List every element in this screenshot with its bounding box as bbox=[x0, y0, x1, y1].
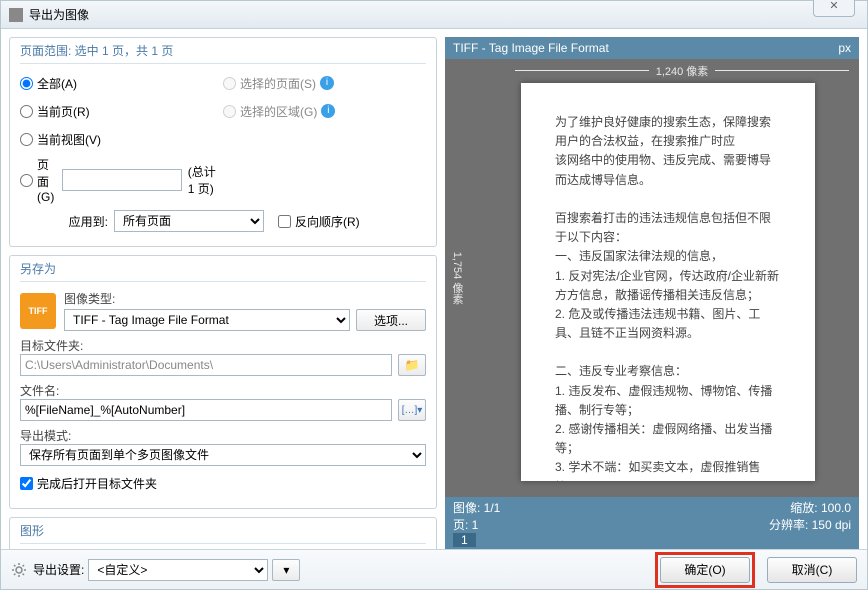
radio-current-view[interactable]: 当前视图(V) bbox=[20, 131, 101, 148]
radio-all[interactable]: 全部(A) bbox=[20, 75, 77, 92]
export-mode-label: 导出模式: bbox=[20, 427, 426, 444]
graphics-group: 图形 页面缩放: 100% 水平分辨率 150 dpi ┐ 页面背景: ▾ 垂直… bbox=[9, 517, 437, 549]
preview-footer: 图像: 1/1 缩放: 100.0 页: 1 分辨率: 150 dpi 1 bbox=[445, 497, 859, 549]
left-panel: 页面范围: 选中 1 页，共 1 页 全部(A) 当前页(R) 当前视图(V) … bbox=[9, 37, 437, 549]
export-settings-label: 导出设置: bbox=[33, 561, 84, 578]
export-image-dialog: 导出为图像 ✕ 页面范围: 选中 1 页，共 1 页 全部(A) 当前页(R) … bbox=[0, 0, 868, 590]
settings-menu-button[interactable]: ▾ bbox=[272, 559, 300, 581]
preview-panel: TIFF - Tag Image File Format px 1,240 像素… bbox=[445, 37, 859, 549]
export-settings-select[interactable]: <自定义> bbox=[88, 559, 268, 581]
window-title: 导出为图像 bbox=[29, 6, 89, 23]
total-label: (总计 1 页) bbox=[188, 163, 223, 197]
preview-resolution: 分辨率: 150 dpi bbox=[769, 516, 851, 533]
radio-current-page[interactable]: 当前页(R) bbox=[20, 103, 90, 120]
dest-folder-input bbox=[20, 354, 392, 376]
dest-folder-label: 目标文件夹: bbox=[20, 337, 426, 354]
radio-pages[interactable]: 页面(G) bbox=[20, 156, 56, 204]
tiff-icon: TIFF bbox=[20, 293, 56, 329]
filename-label: 文件名: bbox=[20, 382, 426, 399]
preview-zoom: 缩放: 100.0 bbox=[790, 499, 851, 516]
close-button[interactable]: ✕ bbox=[813, 0, 855, 17]
options-button[interactable]: 选项... bbox=[356, 309, 426, 331]
image-type-select[interactable]: TIFF - Tag Image File Format bbox=[64, 309, 350, 331]
image-count: 图像: 1/1 bbox=[453, 501, 500, 515]
image-type-label: 图像类型: bbox=[64, 290, 426, 307]
gear-icon bbox=[11, 562, 27, 578]
page-range-group: 页面范围: 选中 1 页，共 1 页 全部(A) 当前页(R) 当前视图(V) … bbox=[9, 37, 437, 247]
titlebar: 导出为图像 ✕ bbox=[1, 1, 867, 29]
page-no: 页: 1 bbox=[453, 518, 478, 532]
pages-input[interactable] bbox=[62, 169, 182, 191]
filename-input[interactable] bbox=[20, 399, 392, 421]
preview-format: TIFF - Tag Image File Format bbox=[453, 41, 609, 55]
graphics-title: 图形 bbox=[20, 522, 426, 544]
app-icon bbox=[9, 8, 23, 22]
open-after-checkbox[interactable]: 完成后打开目标文件夹 bbox=[20, 475, 157, 492]
radio-selected-pages[interactable]: 选择的页面(S) bbox=[223, 75, 316, 92]
preview-page: 为了维护良好健康的搜索生态，保障搜索用户的合法权益，在搜索推广时应该网络中的使用… bbox=[521, 83, 815, 481]
footer: 导出设置: <自定义> ▾ 确定(O) 取消(C) bbox=[1, 549, 867, 589]
export-mode-select[interactable]: 保存所有页面到单个多页图像文件 bbox=[20, 444, 426, 466]
info-icon[interactable]: i bbox=[321, 104, 335, 118]
radio-selected-area[interactable]: 选择的区域(G) bbox=[223, 103, 317, 120]
preview-header: TIFF - Tag Image File Format px bbox=[445, 37, 859, 59]
ok-button[interactable]: 确定(O) bbox=[660, 557, 750, 583]
preview-body: 1,240 像素 1,754 像素 为了维护良好健康的搜索生态，保障搜索用户的合… bbox=[445, 59, 859, 497]
info-icon[interactable]: i bbox=[320, 76, 334, 90]
filename-macro-button[interactable]: […]▾ bbox=[398, 399, 426, 421]
page-range-title: 页面范围: 选中 1 页，共 1 页 bbox=[20, 42, 426, 64]
apply-to-label: 应用到: bbox=[20, 213, 108, 230]
ruler-width: 1,240 像素 bbox=[515, 63, 849, 79]
page-indicator[interactable]: 1 bbox=[453, 533, 476, 547]
ruler-height: 1,754 像素 bbox=[449, 252, 465, 305]
browse-folder-button[interactable]: 📁 bbox=[398, 354, 426, 376]
save-as-group: 另存为 TIFF 图像类型: TIFF - Tag Image File For… bbox=[9, 255, 437, 509]
ok-highlight: 确定(O) bbox=[655, 552, 755, 588]
preview-px: px bbox=[838, 41, 851, 55]
content-area: 页面范围: 选中 1 页，共 1 页 全部(A) 当前页(R) 当前视图(V) … bbox=[1, 29, 867, 549]
reverse-order-checkbox[interactable]: 反向顺序(R) bbox=[278, 213, 360, 230]
apply-to-select[interactable]: 所有页面 bbox=[114, 210, 264, 232]
save-as-title: 另存为 bbox=[20, 260, 426, 282]
cancel-button[interactable]: 取消(C) bbox=[767, 557, 857, 583]
